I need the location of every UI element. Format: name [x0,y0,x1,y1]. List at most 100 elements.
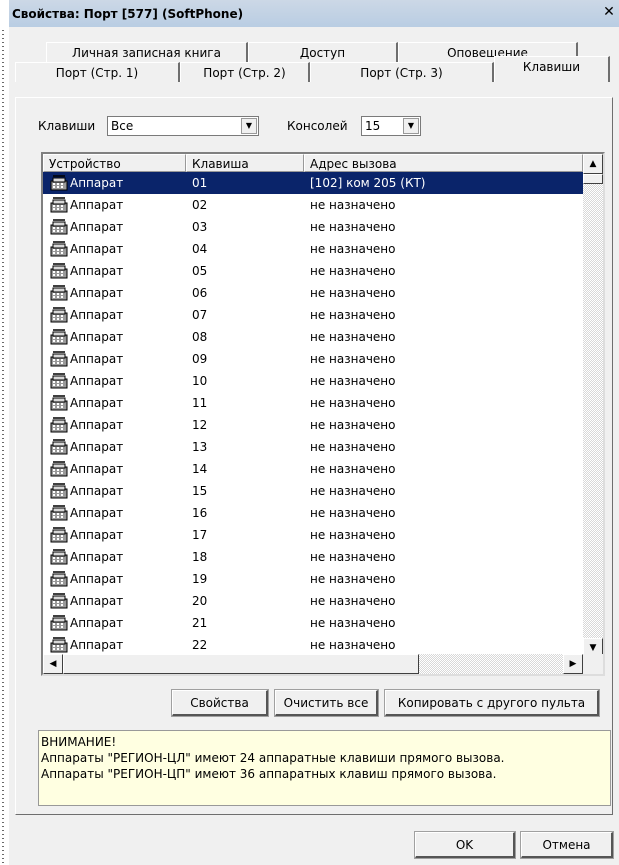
chevron-down-icon[interactable]: ▼ [403,118,419,134]
table-row[interactable]: Аппарат 17 не назначено [43,524,583,546]
horizontal-scrollbar[interactable]: ◀ ▶ [43,654,583,674]
column-header-address[interactable]: Адрес вызова [304,154,583,172]
device-cell: Аппарат [43,197,186,213]
tab-access[interactable]: Доступ [248,42,398,62]
key-cell: 13 [192,440,208,454]
keys-filter-select[interactable]: Все ▼ [107,116,259,136]
telephone-icon [49,329,69,345]
telephone-icon [49,241,69,257]
table-row[interactable]: Аппарат 03 не назначено [43,216,583,238]
table-row[interactable]: Аппарат 04 не назначено [43,238,583,260]
key-cell: 18 [192,550,208,564]
device-cell: Аппарат [43,615,186,631]
tab-port-page-2[interactable]: Порт (Стр. 2) [180,62,310,82]
keys-list[interactable]: Устройство Клавиша Адрес вызова Аппарат 0… [41,152,605,676]
scroll-up-icon[interactable]: ▲ [583,154,603,174]
table-row[interactable]: Аппарат 09 не назначено [43,348,583,370]
column-header-device[interactable]: Устройство [43,154,186,172]
ok-button[interactable]: OK [414,831,516,859]
telephone-icon [49,373,69,389]
properties-button[interactable]: Свойства [171,689,269,717]
table-row[interactable]: Аппарат 06 не назначено [43,282,583,304]
device-name: Аппарат [70,264,124,278]
consoles-label: Консолей [287,119,348,133]
device-name: Аппарат [70,572,124,586]
note-line-2: Аппараты "РЕГИОН-ЦП" имеют 36 аппаратных… [41,767,497,781]
table-row[interactable]: Аппарат 18 не назначено [43,546,583,568]
telephone-icon [49,439,69,455]
device-cell: Аппарат [43,417,186,433]
cancel-button[interactable]: Отмена [520,831,614,859]
table-row[interactable]: Аппарат 19 не назначено [43,568,583,590]
tab-personal-phonebook[interactable]: Личная записная книга [46,42,248,62]
address-cell: не назначено [310,462,396,476]
table-row[interactable]: Аппарат 15 не назначено [43,480,583,502]
table-row[interactable]: Аппарат 02 не назначено [43,194,583,216]
device-name: Аппарат [70,308,124,322]
tab-port-page-1[interactable]: Порт (Стр. 1) [15,62,180,82]
scroll-right-icon[interactable]: ▶ [563,654,583,674]
telephone-icon [49,351,69,367]
title-bar[interactable]: Свойства: Порт [577] (SoftPhone) ✕ [9,0,619,27]
telephone-icon [49,527,69,543]
key-cell: 06 [192,286,208,300]
address-cell: не назначено [310,198,396,212]
key-cell: 11 [192,396,208,410]
note-line-1: Аппараты "РЕГИОН-ЦЛ" имеют 24 аппаратные… [41,751,505,765]
telephone-icon [49,175,69,191]
table-row[interactable]: Аппарат 08 не назначено [43,326,583,348]
table-row[interactable]: Аппарат 11 не назначено [43,392,583,414]
scroll-left-icon[interactable]: ◀ [43,654,63,674]
table-row[interactable]: Аппарат 14 не назначено [43,458,583,480]
vertical-scrollbar[interactable]: ▲ ▼ [583,154,603,658]
key-cell: 09 [192,352,208,366]
warning-note: ВНИМАНИЕ! Аппараты "РЕГИОН-ЦЛ" имеют 24 … [38,730,611,806]
key-cell: 02 [192,198,208,212]
table-row[interactable]: Аппарат 22 не назначено [43,634,583,656]
tab-keys[interactable]: Клавиши [494,56,610,82]
table-row[interactable]: Аппарат 20 не назначено [43,590,583,612]
address-cell: не назначено [310,286,396,300]
device-cell: Аппарат [43,593,186,609]
address-cell: не назначено [310,264,396,278]
device-name: Аппарат [70,616,124,630]
horizontal-scroll-thumb[interactable] [63,654,419,674]
address-cell: не назначено [310,330,396,344]
table-row[interactable]: Аппарат 12 не назначено [43,414,583,436]
copy-from-console-button[interactable]: Копировать с другого пульта [384,689,600,717]
tab-row-2: Порт (Стр. 1) Порт (Стр. 2) Порт (Стр. 3… [15,56,610,82]
table-row[interactable]: Аппарат 16 не назначено [43,502,583,524]
vertical-scroll-thumb[interactable] [583,174,603,184]
chevron-down-icon[interactable]: ▼ [241,118,257,134]
table-row[interactable]: Аппарат 05 не назначено [43,260,583,282]
window-title: Свойства: Порт [577] (SoftPhone) [12,6,244,21]
properties-dialog: Свойства: Порт [577] (SoftPhone) ✕ Лична… [9,0,619,865]
clear-all-button[interactable]: Очистить все [274,689,379,717]
list-rows: Аппарат 01 [102] ком 205 (КТ) Аппарат 02 не н… [43,172,583,656]
key-cell: 07 [192,308,208,322]
address-cell: не назначено [310,616,396,630]
keys-filter-label: Клавиши [38,119,96,133]
key-cell: 08 [192,330,208,344]
consoles-select[interactable]: 15 ▼ [361,116,421,136]
tab-port-page-3[interactable]: Порт (Стр. 3) [310,62,494,82]
key-cell: 12 [192,418,208,432]
address-cell: [102] ком 205 (КТ) [310,176,426,190]
device-cell: Аппарат [43,219,186,235]
consoles-value: 15 [365,119,381,133]
telephone-icon [49,593,69,609]
close-icon[interactable]: ✕ [601,4,617,20]
table-row[interactable]: Аппарат 07 не назначено [43,304,583,326]
device-name: Аппарат [70,462,124,476]
column-header-key[interactable]: Клавиша [186,154,304,172]
table-row[interactable]: Аппарат 13 не назначено [43,436,583,458]
device-name: Аппарат [70,330,124,344]
device-name: Аппарат [70,418,124,432]
table-row[interactable]: Аппарат 10 не назначено [43,370,583,392]
telephone-icon [49,285,69,301]
table-row[interactable]: Аппарат 21 не назначено [43,612,583,634]
device-name: Аппарат [70,506,124,520]
key-cell: 21 [192,616,208,630]
device-cell: Аппарат [43,307,186,323]
table-row[interactable]: Аппарат 01 [102] ком 205 (КТ) [43,172,583,194]
